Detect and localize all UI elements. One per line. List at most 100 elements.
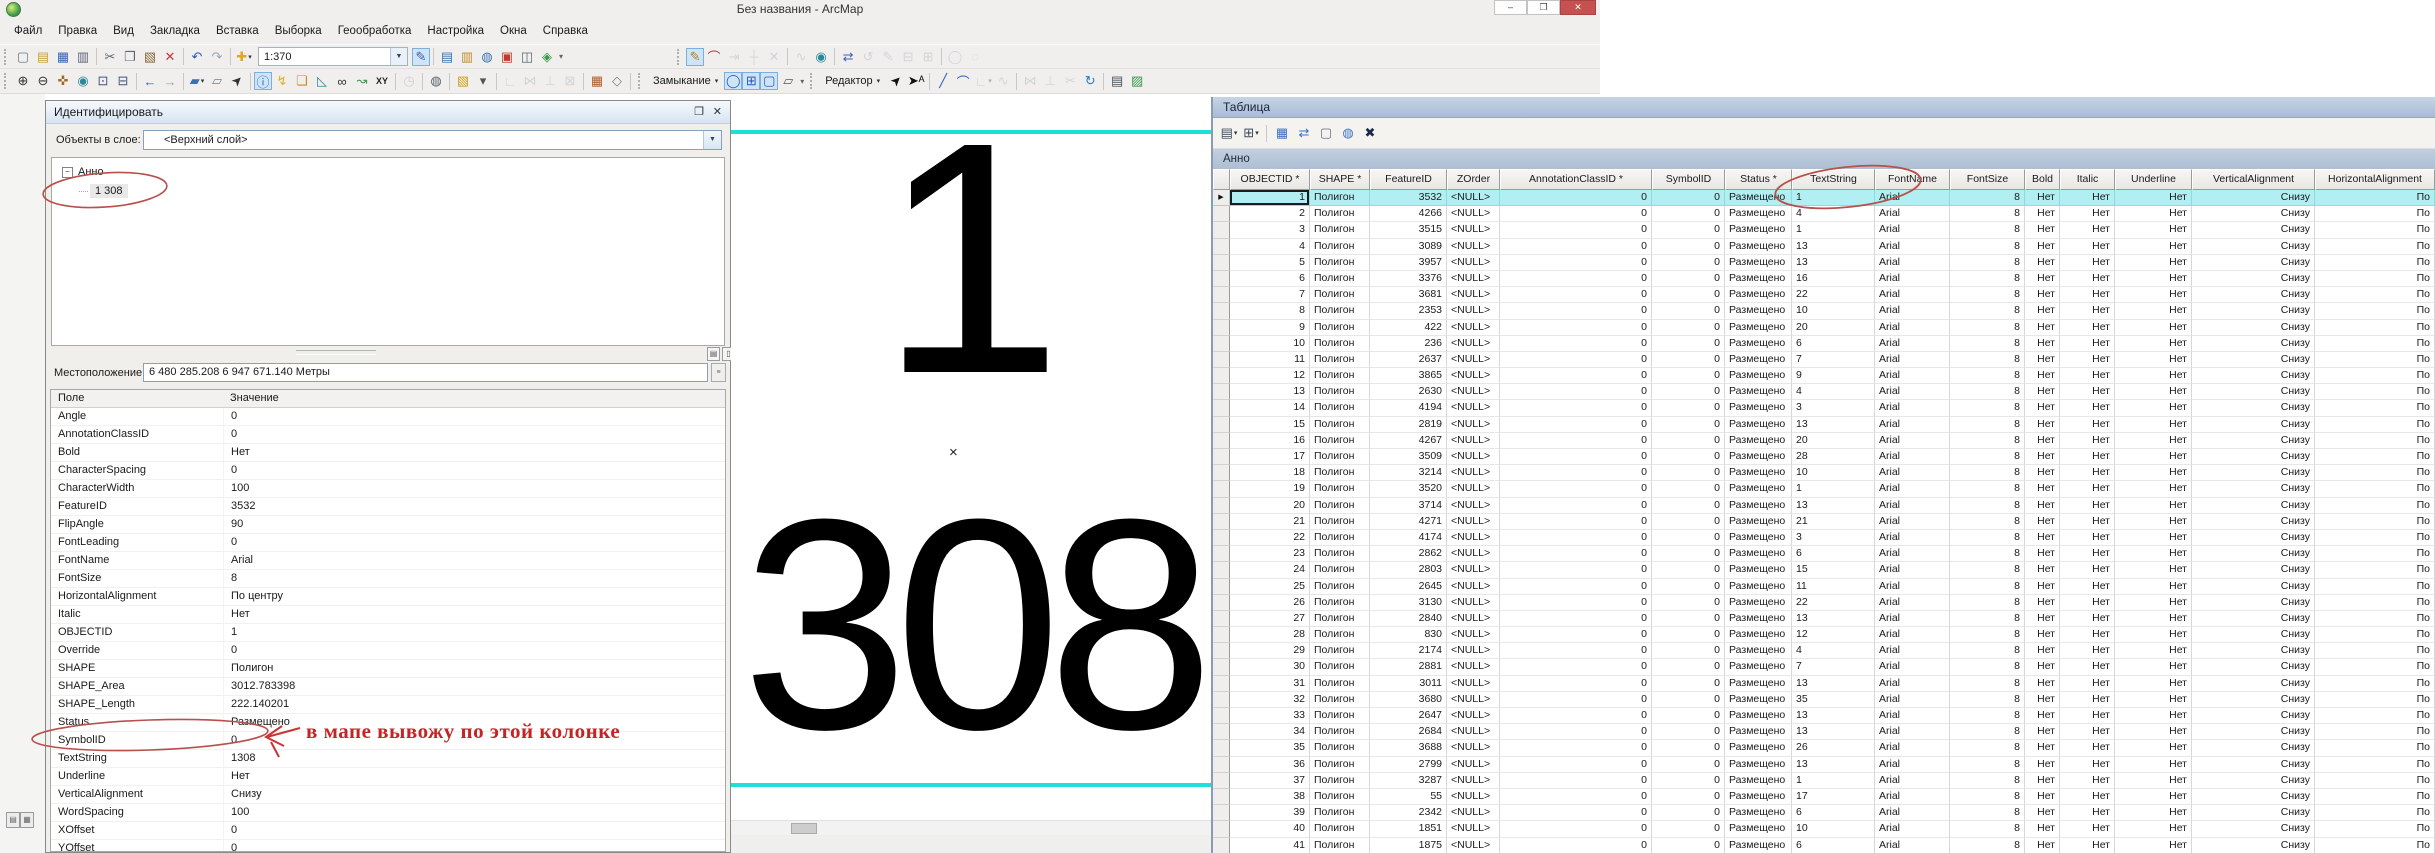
table-cell[interactable]: По: [2315, 675, 2435, 692]
editor-toolbar-toggle-icon[interactable]: ✎: [412, 47, 430, 66]
table-cell[interactable]: 8: [1230, 303, 1310, 320]
table-cell[interactable]: Размещено: [1725, 837, 1792, 853]
table-cell[interactable]: 8: [1950, 319, 2025, 336]
table-cell[interactable]: 0: [1652, 659, 1725, 676]
table-cell[interactable]: 8: [1950, 627, 2025, 644]
location-options-icon[interactable]: ≡: [711, 363, 726, 382]
table-cell[interactable]: Нет: [2025, 465, 2060, 482]
table-cell[interactable]: <NULL>: [1447, 319, 1500, 336]
select-elements-icon[interactable]: ➤: [227, 71, 247, 91]
table-cell[interactable]: Снизу: [2192, 335, 2315, 352]
row-selector[interactable]: [1213, 449, 1230, 466]
row-selector[interactable]: [1213, 691, 1230, 708]
row-selector[interactable]: [1213, 287, 1230, 304]
tree-node-layer[interactable]: − Анно: [62, 166, 104, 178]
table-cell[interactable]: 0: [1500, 805, 1652, 822]
table-cell[interactable]: 830: [1370, 627, 1447, 644]
table-cell[interactable]: Arial: [1875, 497, 1950, 514]
table-row[interactable]: 10 Полигон 236 <NULL> 0 0 Размещено 6 Arial 8 Нет Н…: [1213, 335, 2435, 352]
table-cell[interactable]: Нет: [2025, 254, 2060, 271]
table-cell[interactable]: <NULL>: [1447, 837, 1500, 853]
table-cell[interactable]: <NULL>: [1447, 238, 1500, 255]
table-cell[interactable]: 1: [1792, 190, 1875, 207]
table-cell[interactable]: 12: [1230, 368, 1310, 385]
table-row[interactable]: 40 Полигон 1851 <NULL> 0 0 Размещено 10 Arial 8 Не…: [1213, 821, 2435, 838]
table-cell[interactable]: 0: [1652, 497, 1725, 514]
table-cell[interactable]: По: [2315, 788, 2435, 806]
table-cell[interactable]: Размещено: [1725, 449, 1792, 466]
globe-tool-icon[interactable]: ◉: [811, 47, 831, 67]
table-cell[interactable]: Нет: [2025, 788, 2060, 806]
table-cell[interactable]: 0: [1500, 821, 1652, 838]
table-cell[interactable]: По: [2315, 190, 2435, 207]
ellipse-construct-tool-icon[interactable]: ◌: [965, 47, 985, 67]
menu-item[interactable]: Справка: [535, 22, 596, 40]
table-cell[interactable]: Размещено: [1725, 610, 1792, 628]
table-cell[interactable]: 0: [1652, 788, 1725, 806]
row-selector[interactable]: [1213, 594, 1230, 611]
table-cell[interactable]: Размещено: [1725, 691, 1792, 708]
table-cell[interactable]: 2819: [1370, 416, 1447, 433]
tree-node-feature[interactable]: ····· 1 308: [78, 184, 128, 198]
table-cell[interactable]: <NULL>: [1447, 481, 1500, 498]
table-cell[interactable]: По: [2315, 805, 2435, 822]
table-cell[interactable]: Нет: [2060, 724, 2115, 741]
table-cell[interactable]: 24: [1230, 562, 1310, 579]
cut-icon[interactable]: ✂: [100, 47, 120, 67]
table-cell[interactable]: Полигон: [1310, 821, 1370, 838]
table-cell[interactable]: По: [2315, 238, 2435, 255]
table-cell[interactable]: 0: [1652, 821, 1725, 838]
table-cell[interactable]: Arial: [1875, 805, 1950, 822]
table-cell[interactable]: 0: [1500, 400, 1652, 417]
table-cell[interactable]: Полигон: [1310, 254, 1370, 271]
table-cell[interactable]: Arial: [1875, 578, 1950, 595]
table-cell[interactable]: Нет: [2025, 643, 2060, 660]
table-cell[interactable]: 13: [1792, 416, 1875, 433]
table-cell[interactable]: По: [2315, 222, 2435, 239]
row-selector[interactable]: [1213, 529, 1230, 547]
table-cell[interactable]: Arial: [1875, 691, 1950, 708]
column-header-fontname[interactable]: FontName: [1875, 169, 1950, 190]
table-cell[interactable]: 35: [1792, 691, 1875, 708]
table-cell[interactable]: 8: [1950, 821, 2025, 838]
row-selector[interactable]: [1213, 756, 1230, 773]
sketch-properties-icon[interactable]: ▨: [1127, 71, 1147, 91]
table-row[interactable]: 4 Полигон 3089 <NULL> 0 0 Размещено 13 Arial 8 Нет…: [1213, 238, 2435, 255]
table-cell[interactable]: 8: [1950, 270, 2025, 288]
table-cell[interactable]: Нет: [2060, 351, 2115, 369]
table-cell[interactable]: 11: [1230, 351, 1310, 369]
table-cell[interactable]: 0: [1500, 675, 1652, 692]
table-row[interactable]: 5 Полигон 3957 <NULL> 0 0 Размещено 13 Arial 8 Нет…: [1213, 254, 2435, 271]
table-cell[interactable]: Нет: [2025, 416, 2060, 433]
table-cell[interactable]: По: [2315, 724, 2435, 741]
table-cell[interactable]: 8: [1950, 432, 2025, 449]
table-cell[interactable]: Arial: [1875, 610, 1950, 628]
table-row[interactable]: 24 Полигон 2803 <NULL> 0 0 Размещено 15 Arial 8 Не…: [1213, 562, 2435, 579]
midpoint-snap-tool-icon[interactable]: ┼: [744, 47, 764, 67]
toolbar-grip[interactable]: [810, 73, 815, 89]
table-cell[interactable]: Нет: [2025, 772, 2060, 789]
highlight-selected-icon[interactable]: ▦: [1272, 123, 1292, 143]
row-selector[interactable]: [1213, 206, 1230, 223]
table-cell[interactable]: Нет: [2025, 740, 2060, 757]
table-cell[interactable]: 0: [1500, 222, 1652, 239]
table-cell[interactable]: Снизу: [2192, 627, 2315, 644]
table-cell[interactable]: Размещено: [1725, 497, 1792, 514]
table-cell[interactable]: Нет: [2060, 821, 2115, 838]
table-cell[interactable]: <NULL>: [1447, 222, 1500, 239]
table-cell[interactable]: По: [2315, 821, 2435, 838]
table-cell[interactable]: 8: [1950, 788, 2025, 806]
copy-icon[interactable]: ❐: [120, 47, 140, 67]
table-cell[interactable]: <NULL>: [1447, 578, 1500, 595]
table-cell[interactable]: Нет: [2060, 756, 2115, 773]
table-cell[interactable]: 29: [1230, 643, 1310, 660]
table-cell[interactable]: Снизу: [2192, 270, 2315, 288]
table-cell[interactable]: 0: [1500, 481, 1652, 498]
table-cell[interactable]: Нет: [2025, 513, 2060, 530]
table-cell[interactable]: 8: [1950, 691, 2025, 708]
table-cell[interactable]: По: [2315, 254, 2435, 271]
table-row[interactable]: 29 Полигон 2174 <NULL> 0 0 Размещено 4 Arial 8 Нет…: [1213, 643, 2435, 660]
clear-table-selection-icon[interactable]: ▢: [1316, 123, 1336, 143]
table-cell[interactable]: 0: [1652, 643, 1725, 660]
table-cell[interactable]: Нет: [2115, 594, 2192, 611]
